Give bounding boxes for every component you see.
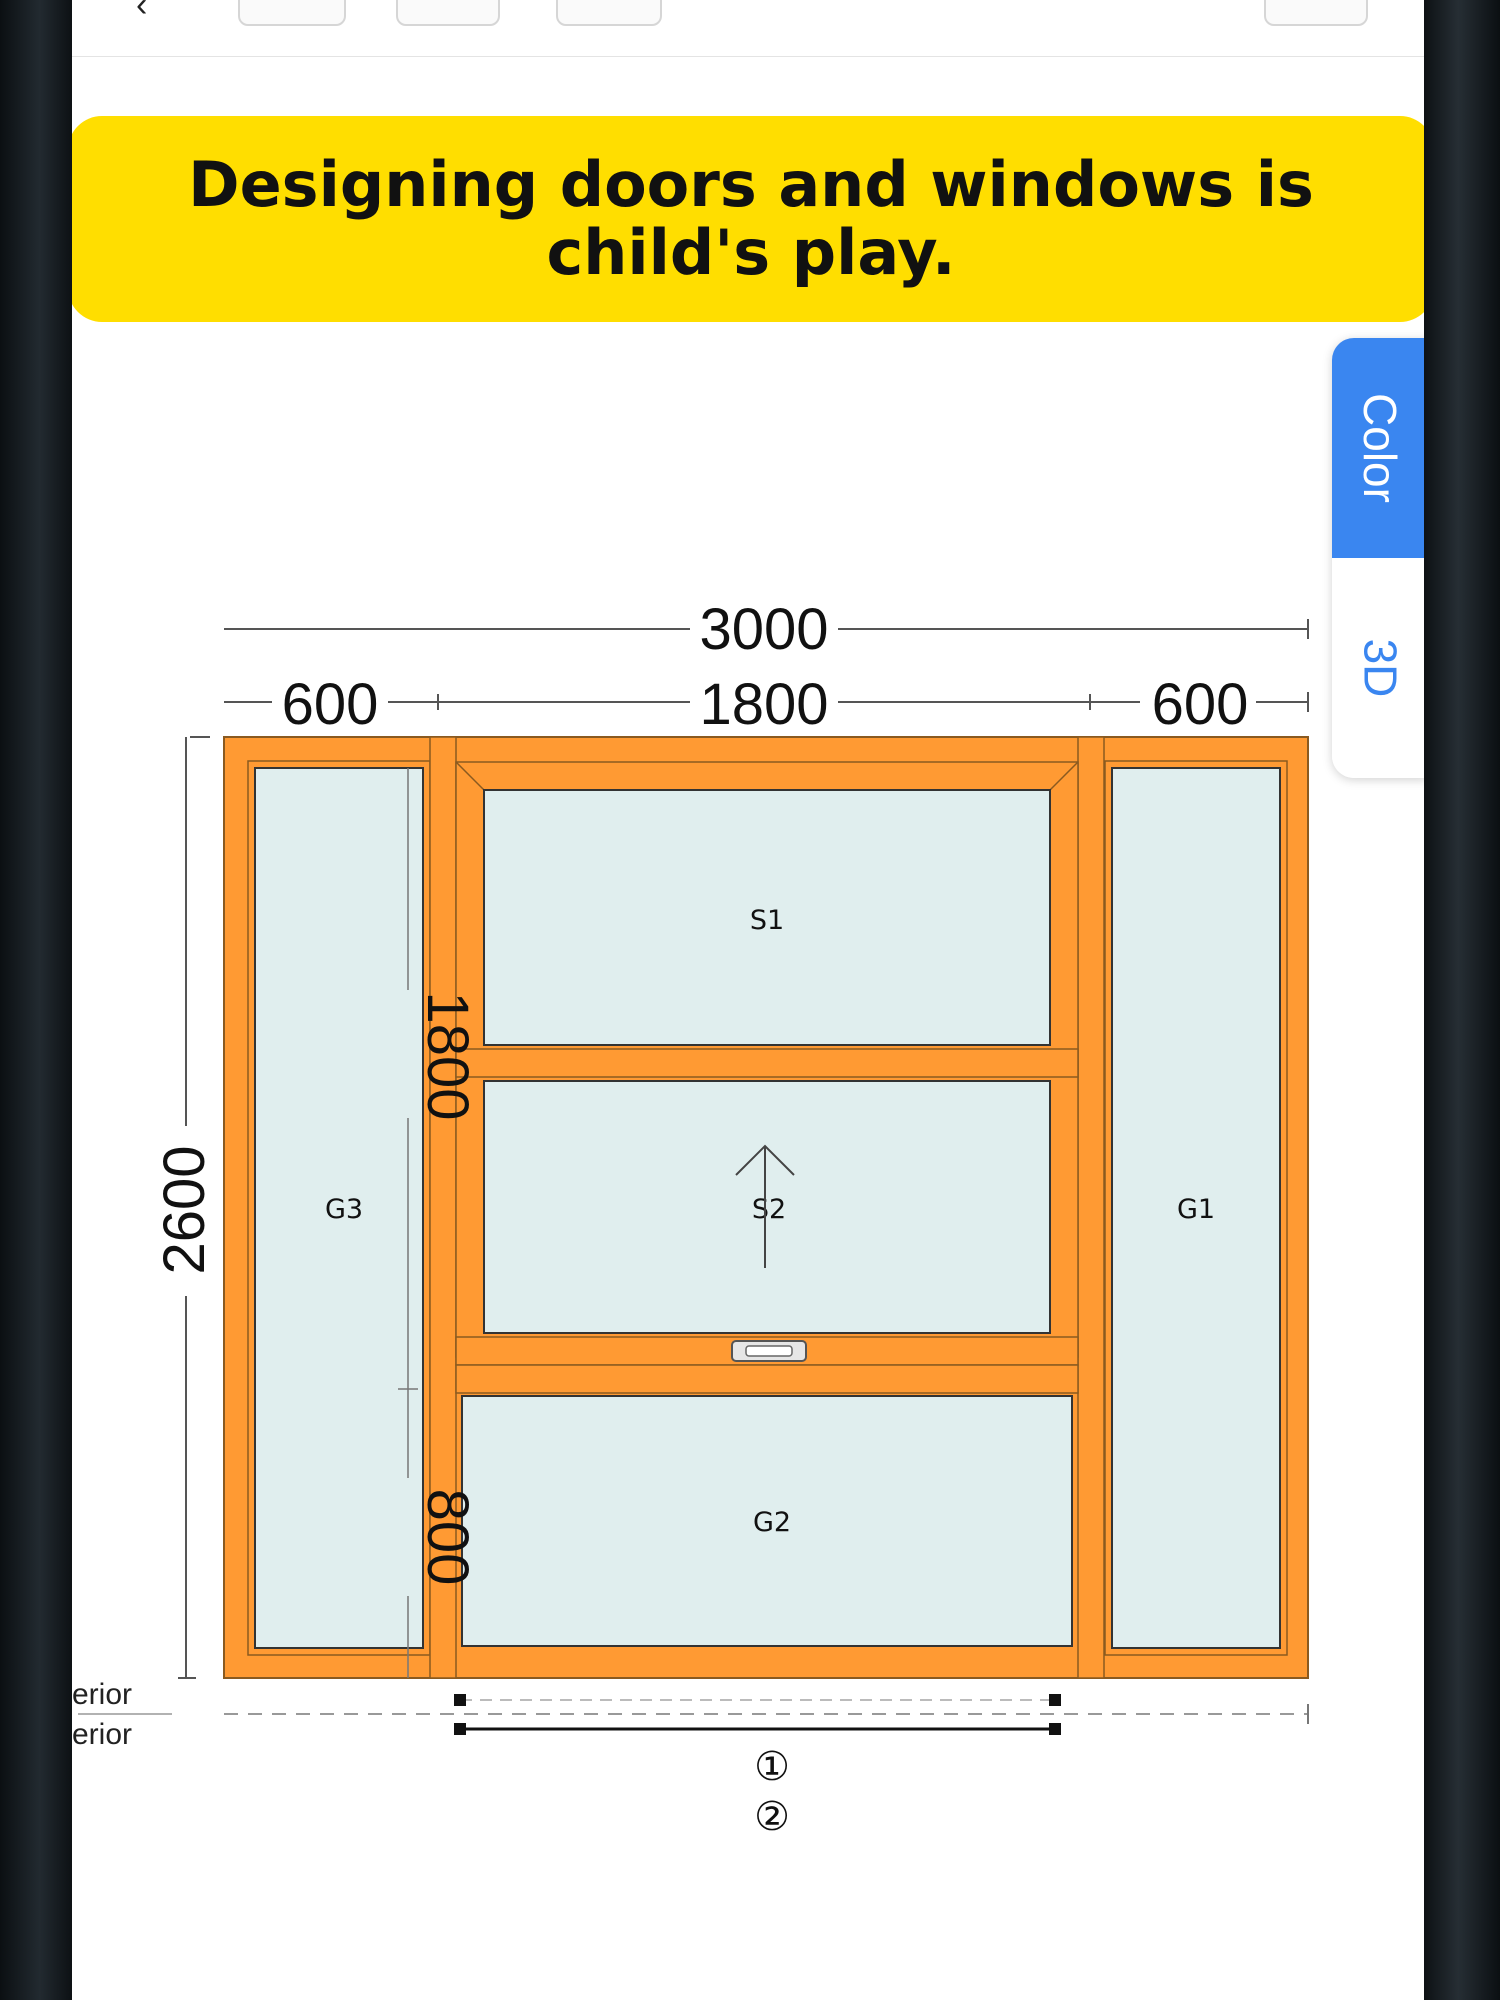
exterior-label: erior [72, 1678, 133, 1711]
sash-track-indicator-1[interactable] [454, 1694, 1061, 1706]
dim-lower-height-label[interactable]: 800 [415, 1489, 480, 1586]
marker-two[interactable]: ② [754, 1794, 790, 1840]
pane-g2-label: G2 [753, 1507, 791, 1538]
interior-label: erior [72, 1718, 133, 1751]
dim-left-width-label[interactable]: 600 [282, 672, 379, 737]
dim-right-width-label[interactable]: 600 [1152, 672, 1249, 737]
right-mullion[interactable] [1077, 736, 1105, 1679]
transom[interactable] [455, 1364, 1079, 1394]
pane-s2-label: S2 [752, 1194, 786, 1225]
dim-total-width-label[interactable]: 3000 [699, 597, 828, 662]
dim-middle-width-label[interactable]: 1800 [699, 672, 828, 737]
meeting-rail[interactable] [455, 1048, 1079, 1078]
pane-g1-label: G1 [1177, 1194, 1215, 1225]
pane-s1-label: S1 [750, 905, 784, 936]
window-drawing[interactable]: 3000 600 1800 600 2600 G3 G1 S1 S2 G2 18… [72, 0, 1424, 2000]
dim-total-height-label[interactable]: 2600 [152, 1145, 217, 1274]
phone-bezel-left [0, 0, 72, 2000]
phone-bezel-right [1424, 0, 1500, 2000]
pane-g3-label: G3 [325, 1194, 363, 1225]
marker-one[interactable]: ① [754, 1744, 790, 1790]
sash-track-indicator-2[interactable] [454, 1723, 1061, 1735]
dim-upper-height-label[interactable]: 1800 [415, 991, 480, 1120]
app-screen: ‹ Designing doors and windows is child's… [72, 0, 1424, 2000]
